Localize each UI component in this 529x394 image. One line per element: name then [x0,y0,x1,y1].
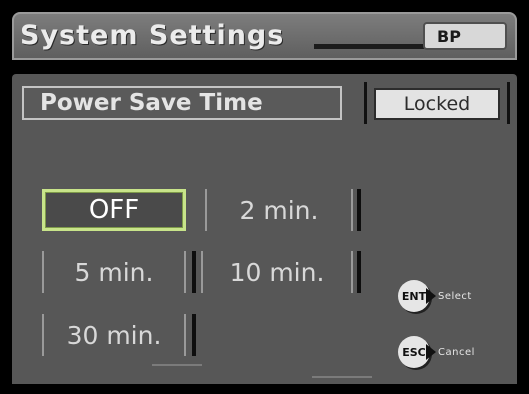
screen: System Settings BP Power Save Time Locke… [0,0,529,394]
option-separator [192,314,196,356]
option-30-min[interactable]: 30 min. [42,314,186,356]
settings-panel: Power Save Time Locked OFF 2 min. 5 min.… [12,74,517,384]
option-separator [192,251,196,293]
option-separator [357,251,361,293]
smudge [312,376,372,378]
option-10-min[interactable]: 10 min. [201,251,353,293]
escape-hint-label: Cancel [438,346,475,358]
option-off[interactable]: OFF [42,189,186,231]
mode-badge: BP [423,22,507,50]
field-label: Power Save Time [22,86,342,120]
title-bar: System Settings BP [12,12,517,60]
locked-frame-left [364,82,367,124]
option-5-min[interactable]: 5 min. [42,251,186,293]
locked-status-button[interactable]: Locked [374,88,500,120]
option-separator [357,189,361,231]
arrow-right-icon [426,288,436,304]
escape-hint[interactable]: ESC Cancel [398,336,475,368]
window-title: System Settings [20,20,285,51]
option-2-min[interactable]: 2 min. [205,189,353,231]
enter-hint[interactable]: ENT Select [398,280,472,312]
arrow-right-icon [426,344,436,360]
smudge [152,364,202,366]
enter-hint-label: Select [438,290,472,302]
locked-frame-right [507,82,510,124]
